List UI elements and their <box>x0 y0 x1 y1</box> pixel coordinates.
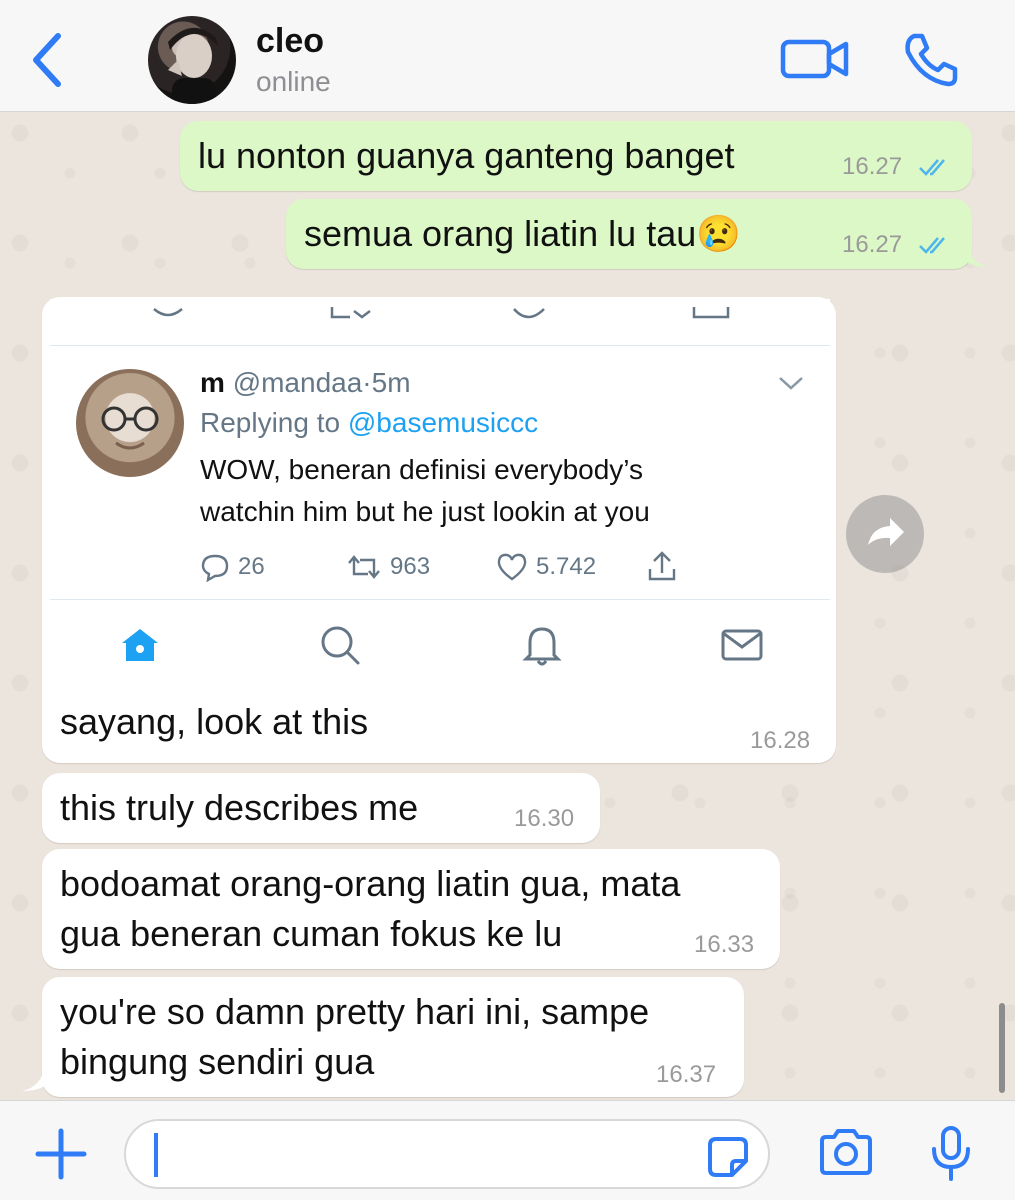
shared-tweet-image[interactable]: m @mandaa·5m Replying to @basemusiccc WO… <box>50 299 830 695</box>
contact-name[interactable]: cleo <box>256 22 324 61</box>
mail-icon <box>721 629 763 661</box>
replying-mention: @basemusiccc <box>347 407 539 438</box>
tweet-author: m @mandaa·5m <box>200 367 411 399</box>
message-bubble-outgoing[interactable]: lu nonton guanya ganteng banget 16.27 <box>180 121 972 191</box>
replying-prefix: Replying to <box>200 407 341 438</box>
bubble-tail <box>22 1063 46 1091</box>
chevron-left-icon[interactable] <box>26 30 70 90</box>
message-time: 16.30 <box>514 805 575 832</box>
message-bubble-incoming[interactable]: you're so damn pretty hari ini, sampe bi… <box>42 977 744 1097</box>
message-time: 16.37 <box>656 1061 717 1088</box>
share-icon <box>648 551 676 581</box>
message-time: 16.27 <box>842 153 903 180</box>
avatar[interactable] <box>148 16 236 104</box>
message-bubble-incoming[interactable]: this truly describes me 16.30 <box>42 773 600 843</box>
message-time: 16.27 <box>842 231 903 258</box>
tweet-age: 5m <box>371 367 411 398</box>
message-input-bar <box>0 1100 1015 1200</box>
camera-icon[interactable] <box>818 1127 874 1177</box>
tweet-actions: 26 963 5.742 <box>200 547 700 587</box>
retweet-icon <box>348 555 380 579</box>
tweet-reply-action: 26 <box>200 547 265 587</box>
tweet-avatar <box>76 369 184 477</box>
sticker-icon[interactable] <box>706 1135 750 1179</box>
message-bubble-incoming[interactable]: bodoamat orang-orang liatin gua, mata gu… <box>42 849 780 969</box>
forward-arrow-icon <box>868 518 904 546</box>
partial-toolbar-icons <box>153 307 730 319</box>
bubble-tail <box>966 241 988 267</box>
chevron-down-icon <box>779 377 803 390</box>
tweet-retweet-action: 963 <box>346 547 430 587</box>
message-caption: sayang, look at this <box>60 701 369 742</box>
message-text: this truly describes me <box>60 787 419 828</box>
tweet-text: WOW, beneran definisi everybody’s watchi… <box>200 454 650 527</box>
message-text: bodoamat orang-orang liatin gua, mata gu… <box>60 863 681 954</box>
message-text: lu nonton guanya ganteng banget <box>198 135 735 176</box>
reply-count: 26 <box>238 553 265 580</box>
message-bubble-outgoing[interactable]: semua orang liatin lu tau😢 16.27 <box>286 199 972 269</box>
scrollbar-thumb[interactable] <box>999 1003 1005 1093</box>
message-time: 16.28 <box>750 727 811 754</box>
double-check-read-icon <box>919 237 945 254</box>
video-camera-icon[interactable] <box>780 36 850 82</box>
tweet-replying-to: Replying to @basemusiccc <box>200 407 538 439</box>
tweet-handle: @mandaa <box>232 367 363 398</box>
bell-icon <box>522 627 562 666</box>
heart-icon <box>497 553 527 581</box>
message-text: you're so damn pretty hari ini, sampe bi… <box>60 991 650 1082</box>
chat-area[interactable]: lu nonton guanya ganteng banget 16.27 se… <box>0 113 1015 1100</box>
chat-header: cleo online <box>0 0 1015 112</box>
message-input[interactable] <box>124 1119 770 1189</box>
like-count: 5.742 <box>536 553 597 580</box>
message-text: semua orang liatin lu tau😢 <box>304 213 742 254</box>
reply-bubble-icon <box>201 554 229 582</box>
phone-icon[interactable] <box>900 30 960 88</box>
microphone-icon[interactable] <box>928 1125 974 1183</box>
contact-status: online <box>256 66 331 97</box>
divider <box>50 599 830 600</box>
double-check-read-icon <box>919 159 945 176</box>
forward-button[interactable] <box>846 495 924 573</box>
tweet-like-action: 5.742 <box>496 547 596 587</box>
tweet-separator: · <box>362 367 372 398</box>
tweet-author-name: m <box>200 367 225 398</box>
divider <box>50 345 830 346</box>
search-icon <box>321 626 360 665</box>
home-icon <box>122 629 158 661</box>
plus-icon[interactable] <box>34 1127 88 1181</box>
message-time: 16.33 <box>694 931 755 958</box>
retweet-count: 963 <box>390 553 431 580</box>
text-caret <box>154 1133 158 1177</box>
